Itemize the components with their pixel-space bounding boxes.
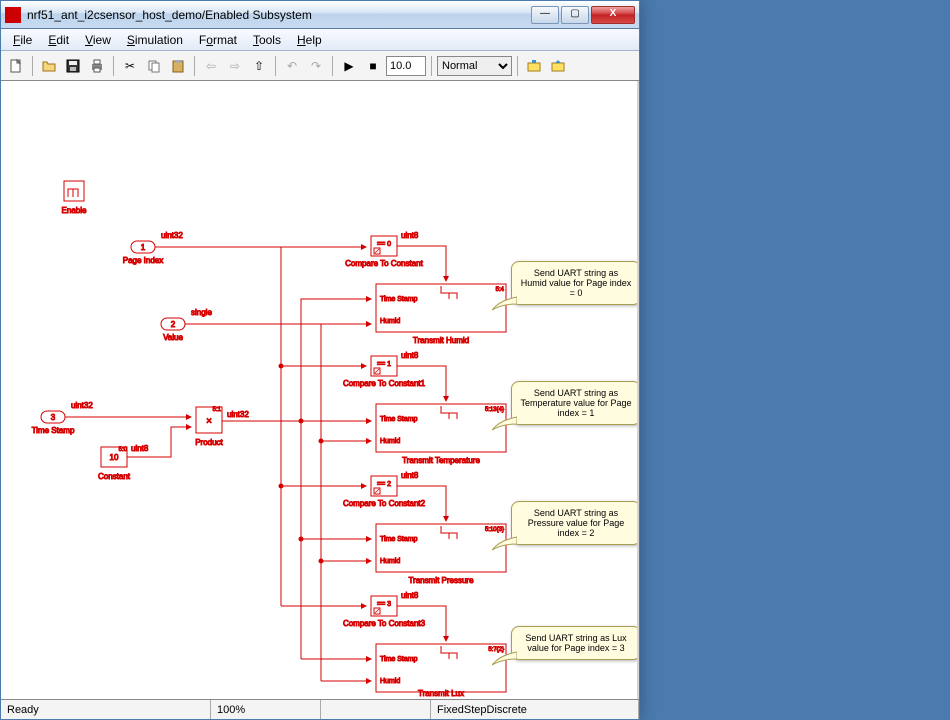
menu-edit[interactable]: Edit <box>40 30 77 50</box>
svg-text:== 2: == 2 <box>377 481 391 488</box>
nav-fwd-icon[interactable]: ⇨ <box>224 55 246 77</box>
menu-view[interactable]: View <box>77 30 119 50</box>
copy-icon[interactable] <box>143 55 165 77</box>
svg-text:uint8: uint8 <box>401 231 419 240</box>
svg-text:Humid: Humid <box>380 318 400 325</box>
maximize-button[interactable]: ▢ <box>561 6 589 24</box>
open-folder-icon[interactable] <box>38 55 60 77</box>
svg-text:5:0: 5:0 <box>119 447 128 453</box>
close-button[interactable]: X <box>591 6 635 24</box>
minimize-button[interactable]: — <box>531 6 559 24</box>
undo-icon[interactable]: ↶ <box>281 55 303 77</box>
compare3-label: Compare To Constant3 <box>343 619 426 628</box>
svg-text:Humid: Humid <box>380 438 400 445</box>
menu-help[interactable]: Help <box>289 30 330 50</box>
inport2-label: Value <box>163 333 183 342</box>
constant-label: Constant <box>98 472 131 481</box>
svg-text:2: 2 <box>171 320 176 329</box>
status-solver: FixedStepDiscrete <box>431 700 639 719</box>
xmit0-label: Transmit Humid <box>413 336 469 345</box>
svg-text:uint32: uint32 <box>161 231 183 240</box>
sim-mode-select[interactable]: Normal <box>437 56 512 76</box>
callout-humid: Send UART string as Humid value for Page… <box>511 261 639 305</box>
product-label: Product <box>195 438 223 447</box>
titlebar[interactable]: nrf51_ant_i2csensor_host_demo/Enabled Su… <box>1 1 639 29</box>
paste-icon[interactable] <box>167 55 189 77</box>
svg-text:5:1: 5:1 <box>213 407 222 413</box>
svg-text:uint8: uint8 <box>401 471 419 480</box>
sim-time-input[interactable] <box>386 56 426 76</box>
compare2-label: Compare To Constant2 <box>343 499 426 508</box>
menu-tools[interactable]: Tools <box>245 30 289 50</box>
status-ready: Ready <box>1 700 211 719</box>
nav-up-icon[interactable]: ⇧ <box>248 55 270 77</box>
svg-text:single: single <box>191 308 212 317</box>
compare0-label: Compare To Constant <box>345 259 423 268</box>
enable-block[interactable] <box>64 181 84 201</box>
svg-text:Time Stamp: Time Stamp <box>380 536 418 543</box>
svg-text:uint8: uint8 <box>401 591 419 600</box>
xmit2-label: Transmit Pressure <box>408 576 474 585</box>
svg-text:Humid: Humid <box>380 678 400 685</box>
svg-text:Humid: Humid <box>380 558 400 565</box>
svg-text:×: × <box>206 416 212 427</box>
inport3-label: Time Stamp <box>32 426 75 435</box>
statusbar: Ready 100% FixedStepDiscrete <box>1 699 639 719</box>
stop-icon[interactable]: ■ <box>362 55 384 77</box>
build-icon[interactable] <box>523 55 545 77</box>
menu-file[interactable]: File <box>5 30 40 50</box>
app-window: nrf51_ant_i2csensor_host_demo/Enabled Su… <box>0 0 640 720</box>
svg-text:Time Stamp: Time Stamp <box>380 296 418 303</box>
xmit1-label: Transmit Temperature <box>402 456 480 465</box>
svg-text:== 1: == 1 <box>377 361 391 368</box>
svg-text:uint32: uint32 <box>71 401 93 410</box>
menu-format[interactable]: Format <box>191 30 245 50</box>
status-zoom: 100% <box>211 700 321 719</box>
window-title: nrf51_ant_i2csensor_host_demo/Enabled Su… <box>27 8 531 22</box>
build-incremental-icon[interactable] <box>547 55 569 77</box>
svg-text:uint32: uint32 <box>227 410 249 419</box>
svg-text:uint8: uint8 <box>131 444 149 453</box>
callout-pressure: Send UART string as Pressure value for P… <box>511 501 639 545</box>
nav-back-icon[interactable]: ⇦ <box>200 55 222 77</box>
print-icon[interactable] <box>86 55 108 77</box>
enable-label: Enable <box>62 206 87 215</box>
model-canvas[interactable]: Enable 1 uint32 Page Index 2 single Valu… <box>1 81 639 699</box>
svg-text:== 3: == 3 <box>377 601 391 608</box>
svg-text:== 0: == 0 <box>377 241 391 248</box>
svg-text:1: 1 <box>141 243 146 252</box>
menu-simulation[interactable]: Simulation <box>119 30 191 50</box>
toolbar: ✂ ⇦ ⇨ ⇧ ↶ ↷ ▶ ■ Normal <box>1 51 639 81</box>
svg-text:Time Stamp: Time Stamp <box>380 656 418 663</box>
app-icon <box>5 7 21 23</box>
status-blank <box>321 700 431 719</box>
xmit3-label: Transmit Lux <box>418 689 464 698</box>
save-icon[interactable] <box>62 55 84 77</box>
callout-lux: Send UART string as Lux value for Page i… <box>511 626 639 660</box>
svg-text:Time Stamp: Time Stamp <box>380 416 418 423</box>
compare1-label: Compare To Constant1 <box>343 379 426 388</box>
svg-text:3: 3 <box>51 413 56 422</box>
redo-icon[interactable]: ↷ <box>305 55 327 77</box>
menubar: File Edit View Simulation Format Tools H… <box>1 29 639 51</box>
inport1-label: Page Index <box>123 256 163 265</box>
callout-temperature: Send UART string as Temperature value fo… <box>511 381 639 425</box>
new-file-icon[interactable] <box>5 55 27 77</box>
play-icon[interactable]: ▶ <box>338 55 360 77</box>
svg-text:10: 10 <box>110 453 119 462</box>
cut-icon[interactable]: ✂ <box>119 55 141 77</box>
svg-text:uint8: uint8 <box>401 351 419 360</box>
